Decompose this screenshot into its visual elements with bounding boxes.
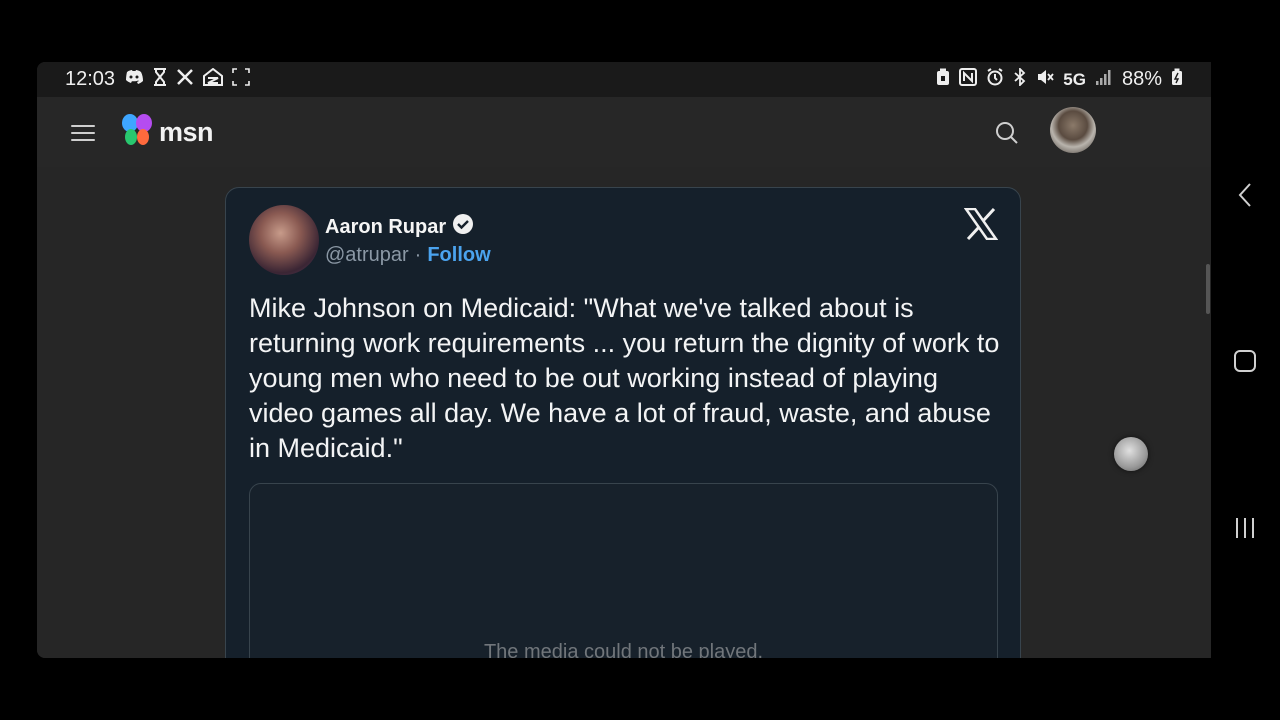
alarm-icon: [986, 67, 1004, 92]
msn-logo[interactable]: msn: [119, 112, 214, 153]
recents-icon: [1233, 516, 1257, 545]
x-icon: [176, 68, 194, 92]
msn-logo-text: msn: [159, 117, 214, 147]
media-error-message: The media could not be played.: [483, 641, 764, 658]
scroll-indicator[interactable]: [1206, 264, 1210, 314]
zillow-icon: [203, 67, 224, 92]
tweet-author-avatar[interactable]: [249, 205, 319, 275]
x-logo-button[interactable]: [963, 207, 999, 245]
tweet-text: Mike Johnson on Medicaid: "What we've ta…: [249, 293, 1000, 463]
hamburger-icon-line: [71, 125, 95, 127]
status-bar-right: 5G 88%: [936, 66, 1183, 92]
verified-badge-icon: [452, 213, 474, 241]
hourglass-icon: [153, 67, 167, 92]
signal-icon: [1095, 68, 1113, 91]
floating-assistive-button[interactable]: [1114, 437, 1148, 471]
battery-icon: [1171, 68, 1183, 92]
search-icon: [995, 121, 1019, 150]
discord-icon: [124, 68, 144, 91]
tweet-author[interactable]: Aaron Rupar: [325, 213, 474, 241]
network-type: 5G: [1063, 69, 1086, 89]
lock-battery-icon: [936, 68, 950, 92]
search-button[interactable]: [995, 121, 1019, 150]
back-chevron-icon: [1233, 182, 1257, 213]
home-button[interactable]: [1233, 349, 1257, 378]
profile-avatar[interactable]: [1050, 107, 1096, 153]
msn-app-bar: msn: [37, 97, 1211, 167]
tweet-handle[interactable]: @atrupar: [325, 244, 409, 267]
hamburger-icon-line: [71, 139, 95, 141]
battery-percent: 88%: [1121, 68, 1162, 90]
status-bar: 12:03 5G 88%: [37, 62, 1211, 97]
back-button[interactable]: [1233, 182, 1257, 213]
recents-button[interactable]: [1233, 516, 1257, 545]
separator-dot: ·: [414, 244, 422, 266]
follow-button[interactable]: Follow: [427, 244, 490, 267]
msn-butterfly-icon: [119, 112, 155, 153]
tweet-author-name: Aaron Rupar: [325, 215, 447, 238]
status-time: 12:03: [65, 68, 116, 90]
x-logo-icon: [963, 207, 999, 245]
tweet-subline: @atrupar · Follow: [325, 244, 491, 267]
mute-icon: [1036, 68, 1054, 92]
bluetooth-icon: [1013, 66, 1027, 92]
hamburger-menu-button[interactable]: [71, 125, 95, 141]
phone-screen: 12:03 5G 88% msn Aaron Rupar @atrupar · …: [37, 62, 1211, 658]
article-content: Aaron Rupar @atrupar · Follow Mike Johns…: [37, 167, 1211, 658]
embedded-tweet: Aaron Rupar @atrupar · Follow Mike Johns…: [225, 187, 1021, 658]
status-bar-left: 12:03: [65, 67, 250, 92]
tweet-media-player[interactable]: The media could not be played.: [249, 483, 998, 658]
hamburger-icon-line: [71, 132, 95, 134]
home-square-icon: [1233, 349, 1257, 378]
nfc-icon: [959, 67, 978, 92]
android-nav-bar: [1211, 62, 1280, 658]
screenshot-icon: [232, 67, 250, 92]
